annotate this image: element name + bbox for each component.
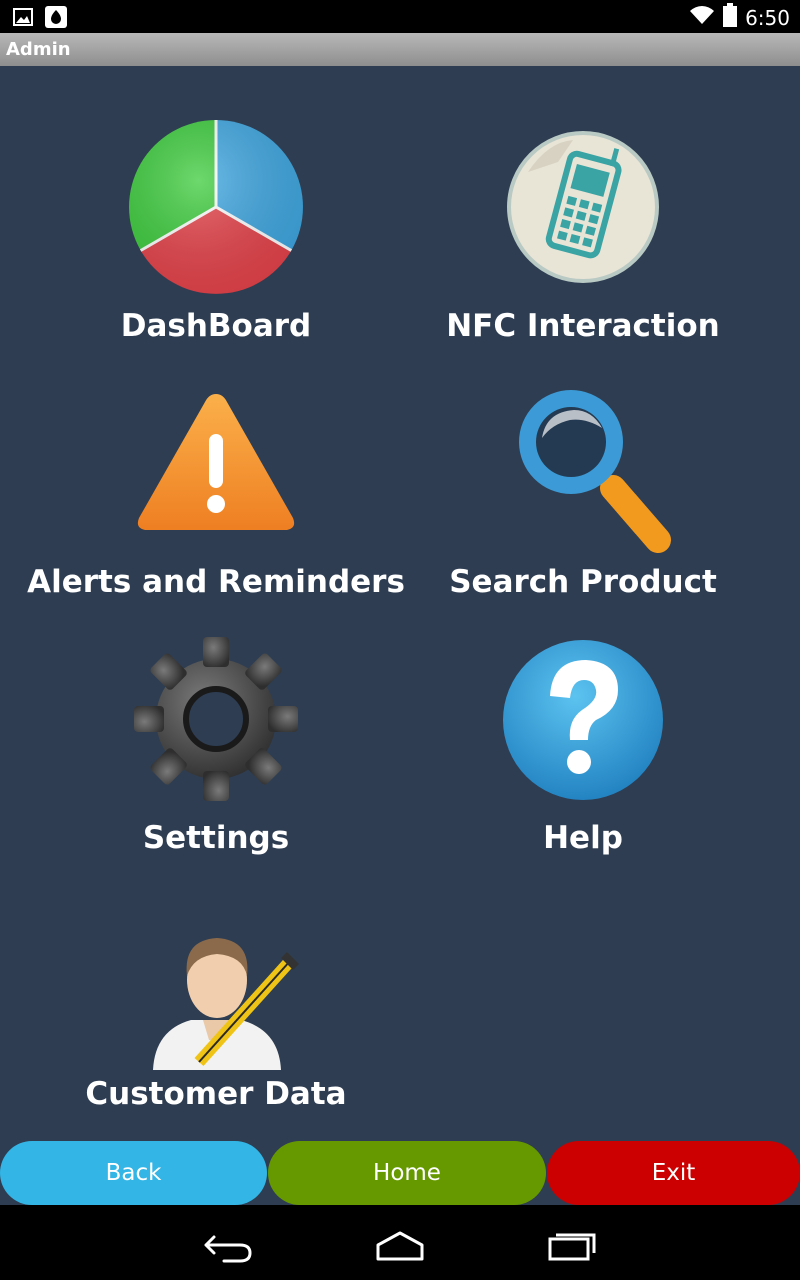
menu-item-search-product[interactable]: Search Product — [383, 322, 783, 600]
exit-button[interactable]: Exit — [547, 1141, 800, 1205]
magnifier-icon — [488, 368, 678, 558]
menu-item-alerts-and-reminders[interactable]: Alerts and Reminders — [16, 322, 416, 600]
page-title: Admin — [6, 39, 71, 60]
back-nav-icon[interactable] — [200, 1225, 260, 1265]
home-button[interactable]: Home — [268, 1141, 546, 1205]
menu-item-label: Help — [543, 820, 623, 856]
status-bar: 6:50 — [0, 0, 800, 33]
system-nav-bar — [0, 1205, 800, 1280]
menu-item-nfc-interaction[interactable]: NFC Interaction — [383, 66, 783, 344]
gear-icon — [121, 624, 311, 814]
app-notification-icon — [44, 5, 68, 34]
home-nav-icon[interactable] — [370, 1225, 430, 1265]
menu-item-help[interactable]: Help — [383, 578, 783, 856]
wifi-icon — [689, 4, 715, 31]
user-edit-icon — [121, 880, 311, 1070]
battery-icon — [723, 3, 738, 32]
menu-item-dashboard[interactable]: DashBoard — [16, 66, 416, 344]
recents-nav-icon[interactable] — [540, 1225, 600, 1265]
menu-item-customer-data[interactable]: Customer Data — [16, 834, 416, 1112]
menu-item-label: Customer Data — [85, 1076, 347, 1112]
help-icon — [488, 624, 678, 814]
back-button[interactable]: Back — [0, 1141, 267, 1205]
menu-item-settings[interactable]: Settings — [16, 578, 416, 856]
warning-icon — [121, 368, 311, 558]
bottom-action-bar: Back Home Exit — [0, 1141, 800, 1205]
nfc-phone-icon — [488, 112, 678, 302]
pie-chart-icon — [121, 112, 311, 302]
main-menu: DashBoard NFC Interaction Alerts and Rem… — [0, 66, 800, 1205]
title-bar: Admin — [0, 33, 800, 66]
status-time: 6:50 — [745, 5, 790, 30]
image-notification-icon — [12, 6, 34, 33]
